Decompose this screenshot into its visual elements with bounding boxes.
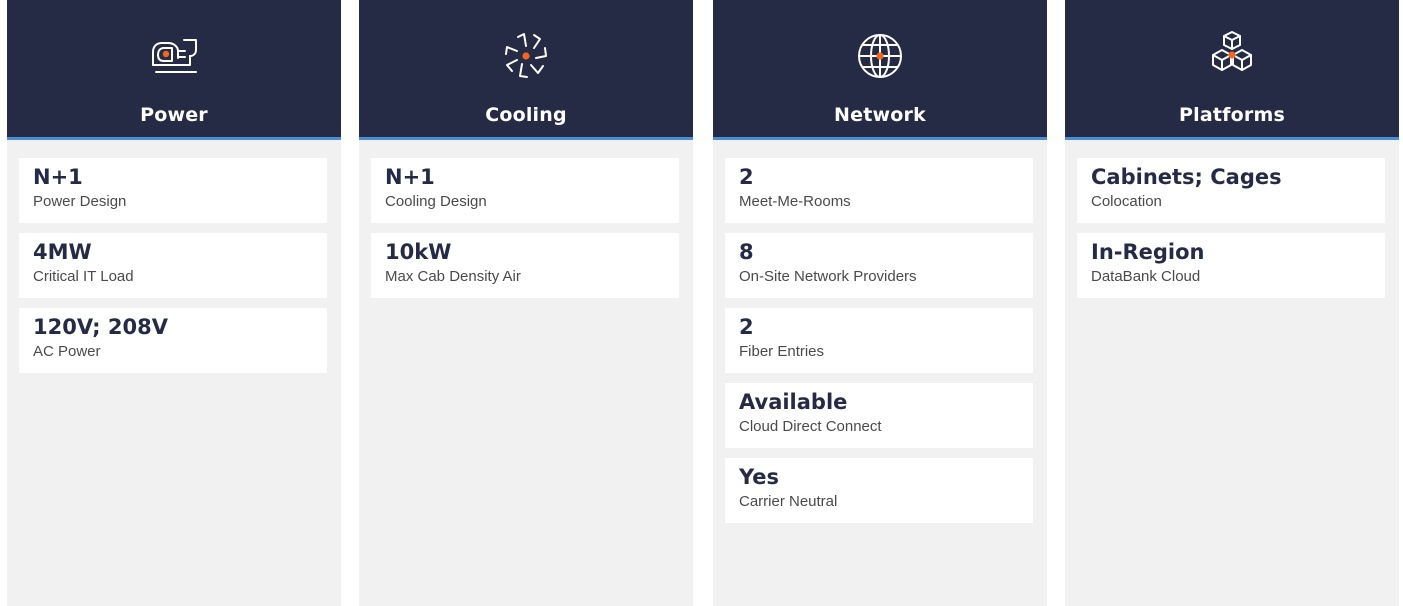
spec-value: Available [739,390,848,414]
spec-label: Power Design [33,193,127,210]
spec-label: Cooling Design [385,193,487,210]
card-list: N+1 Power Design 4MW Critical IT Load 12… [19,158,327,383]
card-list: 2 Meet-Me-Rooms 8 On-Site Network Provid… [725,158,1033,533]
spec-value: 120V; 208V [33,315,168,339]
spec-label: On-Site Network Providers [739,268,917,285]
column-network: Network 2 Meet-Me-Rooms 8 On-Site Networ… [713,0,1047,606]
spec-card: 8 On-Site Network Providers [725,233,1033,298]
spec-label: Max Cab Density Air [385,268,521,285]
spec-columns: Power N+1 Power Design 4MW Critical IT L… [0,0,1403,606]
spec-value: Yes [739,465,780,489]
spec-card: Available Cloud Direct Connect [725,383,1033,448]
cubes-icon [1202,26,1262,86]
spec-value: In-Region [1091,240,1205,264]
card-list: N+1 Cooling Design 10kW Max Cab Density … [371,158,679,308]
power-plug-icon [144,26,204,86]
spec-label: Carrier Neutral [739,493,838,510]
spec-card: 120V; 208V AC Power [19,308,327,373]
spec-label: Meet-Me-Rooms [739,193,851,210]
spec-value: N+1 [385,165,435,189]
column-header-power: Power [7,0,341,140]
spec-card: Cabinets; Cages Colocation [1077,158,1385,223]
spec-value: 8 [739,240,754,264]
spec-card: 10kW Max Cab Density Air [371,233,679,298]
column-header-network: Network [713,0,1047,140]
column-header-platforms: Platforms [1065,0,1399,140]
spec-value: 2 [739,165,754,189]
spec-card: 4MW Critical IT Load [19,233,327,298]
spec-card: In-Region DataBank Cloud [1077,233,1385,298]
column-title: Cooling [485,104,567,126]
spec-card: 2 Fiber Entries [725,308,1033,373]
spec-label: Critical IT Load [33,268,134,285]
column-cooling: Cooling N+1 Cooling Design 10kW Max Cab … [359,0,693,606]
fan-icon [496,26,556,86]
spec-label: Cloud Direct Connect [739,418,882,435]
spec-label: Colocation [1091,193,1162,210]
column-platforms: Platforms Cabinets; Cages Colocation In-… [1065,0,1399,606]
column-header-cooling: Cooling [359,0,693,140]
spec-card: Yes Carrier Neutral [725,458,1033,523]
globe-icon [850,26,910,86]
column-power: Power N+1 Power Design 4MW Critical IT L… [7,0,341,606]
spec-value: 10kW [385,240,452,264]
card-list: Cabinets; Cages Colocation In-Region Dat… [1077,158,1385,308]
spec-card: 2 Meet-Me-Rooms [725,158,1033,223]
column-title: Network [834,104,926,126]
column-title: Platforms [1179,104,1285,126]
spec-value: N+1 [33,165,83,189]
column-title: Power [140,104,208,126]
spec-card: N+1 Power Design [19,158,327,223]
spec-value: Cabinets; Cages [1091,165,1282,189]
spec-label: DataBank Cloud [1091,268,1201,285]
spec-label: AC Power [33,343,101,360]
spec-label: Fiber Entries [739,343,825,360]
spec-value: 4MW [33,240,92,264]
spec-card: N+1 Cooling Design [371,158,679,223]
spec-value: 2 [739,315,754,339]
